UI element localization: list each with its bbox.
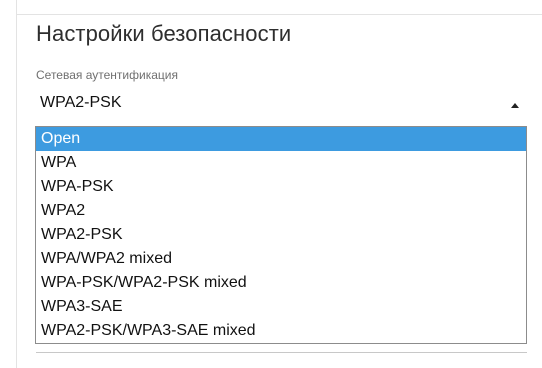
section-title: Настройки безопасности — [36, 21, 292, 46]
auth-option-wpa-wpa2-mixed[interactable]: WPA/WPA2 mixed — [36, 247, 526, 271]
auth-option-open[interactable]: Open — [36, 127, 526, 151]
auth-option-wpa3-sae[interactable]: WPA3-SAE — [36, 295, 526, 319]
auth-option-wpa2-psk[interactable]: WPA2-PSK — [36, 223, 526, 247]
panel-top-border — [16, 14, 542, 15]
auth-option-wpa[interactable]: WPA — [36, 151, 526, 175]
caret-up-icon — [511, 103, 519, 108]
auth-option-wpa-psk-wpa2-psk-mixed[interactable]: WPA-PSK/WPA2-PSK mixed — [36, 271, 526, 295]
security-settings-panel: Настройки безопасности Сетевая аутентифи… — [0, 0, 542, 368]
auth-options-list: Open WPA WPA-PSK WPA2 WPA2-PSK WPA/WPA2 … — [35, 126, 527, 344]
auth-option-wpa2-psk-wpa3-sae-mixed[interactable]: WPA2-PSK/WPA3-SAE mixed — [36, 319, 526, 343]
auth-select-value: WPA2-PSK — [40, 94, 122, 111]
auth-field-label: Сетевая аутентификация — [36, 68, 178, 82]
auth-option-wpa2[interactable]: WPA2 — [36, 199, 526, 223]
auth-select[interactable]: WPA2-PSK — [36, 88, 527, 124]
auth-option-wpa-psk[interactable]: WPA-PSK — [36, 175, 526, 199]
select-underline — [36, 352, 527, 353]
panel-left-border — [16, 0, 17, 368]
